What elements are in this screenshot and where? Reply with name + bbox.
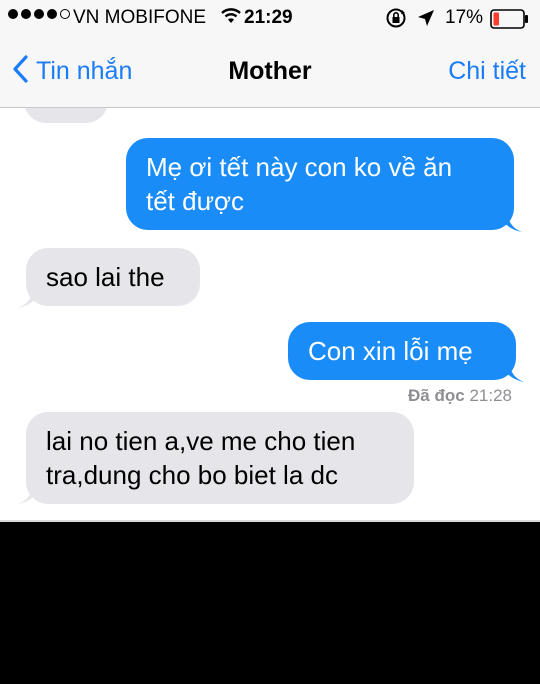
received-message-bubble[interactable]: sao lai the bbox=[26, 248, 200, 306]
battery-percentage: 17% bbox=[445, 7, 484, 28]
status-time: 21:29 bbox=[244, 7, 293, 28]
read-receipt-label: Đã đọc bbox=[408, 386, 465, 405]
message-text: Con xin lỗi mẹ bbox=[308, 336, 473, 366]
location-arrow-icon bbox=[417, 9, 435, 33]
sent-message-bubble[interactable]: Con xin lỗi mẹ bbox=[288, 322, 516, 380]
status-bar: VN MOBIFONE 21:29 17% bbox=[0, 0, 540, 38]
black-bottom-area bbox=[0, 522, 540, 684]
message-text-line: lai no tien a,ve me cho tien bbox=[46, 426, 356, 456]
wifi-icon bbox=[221, 8, 241, 30]
bubble-tail bbox=[498, 358, 524, 382]
navigation-bar: Tin nhắn Mother Chi tiết bbox=[0, 38, 540, 108]
message-text-line: tết được bbox=[146, 186, 245, 216]
bubble-tail bbox=[18, 284, 44, 308]
message-text: sao lai the bbox=[46, 262, 165, 292]
details-button[interactable]: Chi tiết bbox=[448, 57, 526, 86]
bubble-tail bbox=[496, 208, 522, 232]
read-receipt: Đã đọc 21:28 bbox=[408, 386, 512, 406]
rotation-lock-icon bbox=[385, 7, 407, 35]
received-message-bubble[interactable]: lai no tien a,ve me cho tien tra,dung ch… bbox=[26, 412, 414, 504]
sent-message-bubble[interactable]: Mẹ ơi tết này con ko về ăn tết được bbox=[126, 138, 514, 230]
carrier-name: VN MOBIFONE bbox=[73, 7, 207, 28]
partial-received-bubble bbox=[24, 108, 108, 123]
read-receipt-time: 21:28 bbox=[469, 386, 512, 405]
message-text-line: tra,dung cho bo biet la dc bbox=[46, 460, 338, 490]
signal-dots-icon bbox=[8, 9, 70, 19]
battery-icon bbox=[490, 9, 530, 35]
message-text-line: Mẹ ơi tết này con ko về ăn bbox=[146, 152, 453, 182]
message-thread[interactable]: Mẹ ơi tết này con ko về ăn tết được sao … bbox=[0, 108, 540, 522]
bubble-tail bbox=[18, 480, 44, 504]
